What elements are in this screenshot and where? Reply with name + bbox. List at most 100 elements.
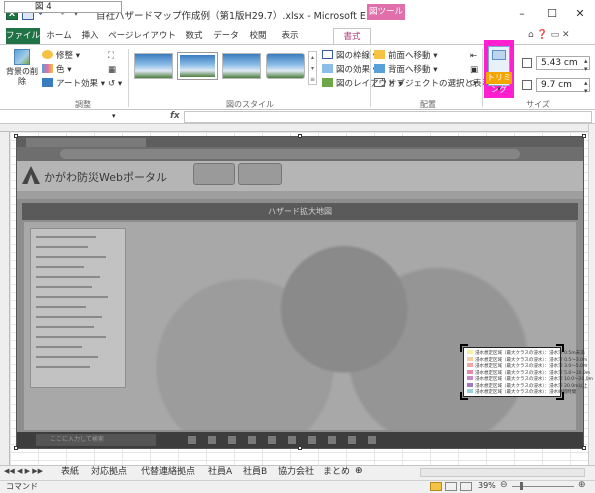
picture-portal-title: かがわ防災Webポータル: [44, 171, 167, 184]
shape-width-field[interactable]: 9.7 cm: [536, 78, 590, 92]
picture-style-thumbnail[interactable]: [178, 53, 217, 79]
maximize-button[interactable]: ☐: [540, 6, 564, 22]
picture-border-label: 図の枠線: [336, 51, 371, 61]
vertical-scrollbar[interactable]: [588, 124, 595, 465]
sheet-tab[interactable]: 社員A: [205, 466, 235, 479]
border-icon: [322, 50, 333, 59]
picture-style-thumbnail[interactable]: [134, 53, 173, 79]
new-sheet-icon[interactable]: ⊕: [355, 466, 363, 476]
row-headers[interactable]: [0, 132, 10, 465]
taskbar-app-icon: [328, 436, 336, 444]
corrections-button[interactable]: 修整 ▾: [42, 49, 105, 63]
tab-review[interactable]: 校閲: [244, 28, 272, 44]
picture-style-thumbnail[interactable]: [222, 53, 261, 79]
sheet-tab[interactable]: まとめ: [320, 466, 353, 479]
formula-input[interactable]: [184, 111, 592, 123]
artistic-icon: [42, 78, 53, 87]
insert-function-icon[interactable]: fx: [170, 111, 180, 121]
sheet-tab[interactable]: 社員B: [240, 466, 270, 479]
color-label: 色: [56, 65, 65, 75]
zoom-slider-thumb[interactable]: [520, 482, 523, 490]
name-box[interactable]: 図 4: [4, 1, 122, 13]
crop-handle[interactable]: [556, 392, 564, 400]
tab-view[interactable]: 表示: [276, 28, 304, 44]
tab-data[interactable]: データ: [211, 28, 241, 44]
picture-breadcrumb: [17, 191, 583, 199]
rotate-icon[interactable]: ⟳: [470, 77, 478, 91]
style-gallery-scroll[interactable]: ▴ ▾ ≡: [308, 51, 317, 85]
tab-page-layout[interactable]: ページレイアウト: [107, 28, 177, 44]
picture-select-box: [238, 163, 282, 185]
resize-handle[interactable]: [298, 446, 302, 450]
layer-list-item: [36, 326, 94, 328]
zoom-out-icon[interactable]: ⊖: [500, 480, 508, 490]
minimize-button[interactable]: –: [510, 6, 534, 22]
layer-list-item: [36, 366, 90, 368]
horizontal-scrollbar[interactable]: [420, 468, 585, 477]
picture-style-thumbnail[interactable]: [266, 53, 305, 79]
legend-swatch: [467, 376, 473, 380]
taskbar-app-icon: [348, 436, 356, 444]
layer-list-item: [36, 266, 84, 268]
help-icon[interactable]: ⌂ ❓ ▭ ✕: [528, 30, 570, 40]
picture-url-field: [60, 149, 520, 159]
taskbar-app-icon: [368, 436, 376, 444]
compress-pictures-icon[interactable]: ⛶: [108, 49, 122, 63]
reset-picture-icon[interactable]: ↺ ▾: [108, 77, 122, 91]
shape-height-icon: [522, 58, 532, 68]
change-picture-icon[interactable]: ▦: [108, 63, 122, 77]
height-spinner-icon[interactable]: ▴ ▾: [584, 57, 588, 73]
resize-handle[interactable]: [14, 446, 18, 450]
page-break-view-icon[interactable]: [460, 482, 472, 491]
color-button[interactable]: 色 ▾: [42, 63, 105, 77]
close-button[interactable]: ✕: [568, 6, 592, 22]
bring-forward-label: 前面へ移動: [388, 51, 431, 61]
legend-item: 浸水想定区域（最大クラスの浸水）：浸水深 0.5〜3.0m: [467, 356, 587, 363]
crop-handle[interactable]: [460, 344, 468, 352]
window-title: 自社ハザードマップ作成例（第1版H29.7）.xlsx - Microsoft …: [96, 11, 375, 22]
layer-list-item: [36, 336, 106, 338]
crop-handle[interactable]: [460, 392, 468, 400]
artistic-effects-button[interactable]: アート効果 ▾: [42, 77, 105, 91]
legend-swatch: [467, 369, 473, 374]
legend-item: 浸水想定区域（最大クラスの浸水）：浸水深 3.0〜5.0m: [467, 363, 587, 369]
tab-file[interactable]: ファイル: [6, 28, 40, 44]
tab-home[interactable]: ホーム: [44, 28, 74, 44]
picture-styles-group-label: 図のスタイル: [226, 100, 274, 109]
resize-handle[interactable]: [14, 134, 18, 138]
sheet-tab[interactable]: 協力会社: [275, 466, 317, 479]
sheet-tab[interactable]: 表紙: [58, 466, 82, 479]
column-headers[interactable]: [0, 124, 595, 132]
shape-height-field[interactable]: 5.43 cm: [536, 56, 590, 70]
resize-handle[interactable]: [582, 446, 586, 450]
picture-tools-context-label: 図ツール: [367, 4, 405, 20]
legend-item: 浸水想定区域（最大クラスの浸水）：浸水深 20.0m以上: [467, 382, 588, 389]
remove-background-label: 背景の削除: [6, 67, 38, 86]
layer-list-item: [36, 316, 102, 318]
tab-formulas[interactable]: 数式: [180, 28, 208, 44]
size-group-label: サイズ: [526, 100, 550, 109]
zoom-level[interactable]: 39%: [478, 481, 496, 490]
zoom-in-icon[interactable]: ⊕: [578, 480, 586, 490]
taskbar-app-icon: [248, 436, 256, 444]
align-icon[interactable]: ⇤: [470, 49, 478, 63]
sheet-navigation-icon[interactable]: ◀◀ ◀ ▶ ▶▶: [4, 467, 43, 475]
resize-handle[interactable]: [298, 134, 302, 138]
page-layout-view-icon[interactable]: [445, 482, 457, 491]
chevron-down-icon: ▾: [497, 85, 501, 93]
normal-view-icon[interactable]: [430, 482, 442, 491]
width-spinner-icon[interactable]: ▴ ▾: [584, 79, 588, 95]
remove-background-button[interactable]: 背景の削除: [6, 49, 38, 95]
crop-handle[interactable]: [556, 344, 564, 352]
resize-handle[interactable]: [582, 134, 586, 138]
taskbar-app-icon: [268, 436, 276, 444]
layer-list-item: [36, 296, 108, 298]
group-icon[interactable]: ▣: [470, 63, 478, 77]
chevron-down-icon[interactable]: ▾: [112, 112, 116, 120]
tab-insert[interactable]: 挿入: [76, 28, 104, 44]
picture-browser-tab: [26, 138, 146, 147]
sheet-tab[interactable]: 対応拠点: [88, 466, 130, 479]
tab-format[interactable]: 書式: [333, 28, 371, 44]
sheet-tab[interactable]: 代替連絡拠点: [138, 466, 198, 479]
layout-icon: [322, 78, 333, 87]
